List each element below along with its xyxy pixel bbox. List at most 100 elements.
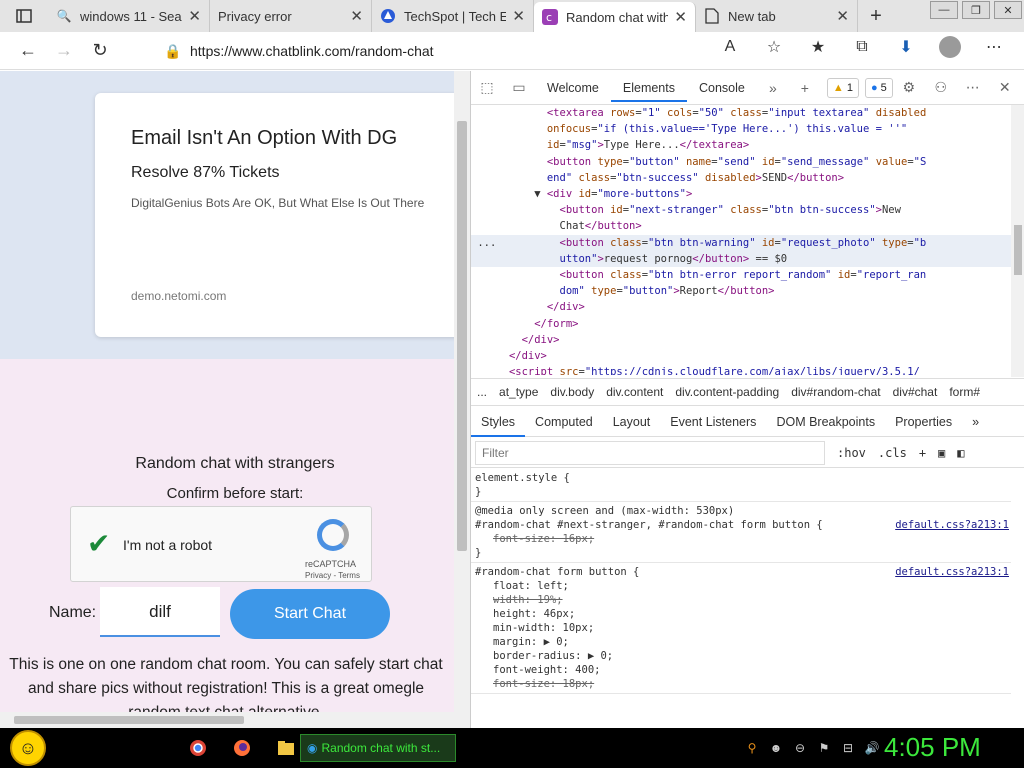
css-rule[interactable]: @media only screen and (max-width: 530px…: [471, 502, 1011, 563]
close-tab-icon[interactable]: ✕: [836, 7, 849, 25]
page-horizontal-scrollbar[interactable]: [0, 712, 454, 728]
emoji-icon[interactable]: ☻: [764, 736, 788, 760]
breadcrumb-item[interactable]: ...: [471, 385, 493, 399]
breadcrumb-item[interactable]: div.content-padding: [669, 385, 785, 399]
tab-windows-search[interactable]: 🔍 windows 11 - Sea ✕: [48, 0, 210, 32]
dom-line[interactable]: <button type="button" name="send" id="se…: [471, 154, 1011, 170]
settings-gear-icon[interactable]: ⚙: [893, 79, 925, 96]
css-rule[interactable]: #random-chat form button {default.css?a2…: [471, 563, 1011, 694]
more-tabs-icon[interactable]: »: [757, 80, 789, 96]
more-options-icon[interactable]: ⋯: [957, 79, 989, 96]
breadcrumb-item[interactable]: at_type: [493, 385, 544, 399]
dom-line[interactable]: </div>: [471, 332, 1011, 348]
scroll-thumb[interactable]: [14, 716, 244, 724]
feedback-icon[interactable]: ⚇: [925, 79, 957, 96]
checkmark-icon[interactable]: ✔: [87, 527, 110, 560]
tab-event-listeners[interactable]: Event Listeners: [660, 415, 766, 429]
firefox-icon[interactable]: [227, 736, 257, 760]
page-vertical-scrollbar[interactable]: [454, 71, 470, 728]
minimize-icon[interactable]: —: [930, 1, 958, 19]
power-icon[interactable]: ⊖: [788, 736, 812, 760]
breadcrumb-item[interactable]: div.body: [544, 385, 600, 399]
read-aloud-icon[interactable]: A: [708, 38, 752, 56]
css-rule[interactable]: element.style {}: [471, 469, 1011, 502]
volume-icon[interactable]: 🔊: [860, 736, 884, 760]
network-icon[interactable]: ⊟: [836, 736, 860, 760]
dom-line[interactable]: <script src="https://cdnjs.cloudflare.co…: [471, 364, 1011, 375]
close-tab-icon[interactable]: ✕: [350, 7, 363, 25]
tab-privacy-error[interactable]: Privacy error ✕: [210, 0, 372, 32]
sidebar-toggle-icon[interactable]: ◧: [957, 446, 964, 460]
messages-badge[interactable]: ● 5: [864, 77, 893, 98]
breadcrumb-item[interactable]: div.content: [600, 385, 669, 399]
hover-state-toggle[interactable]: :hov: [837, 446, 866, 460]
dom-line[interactable]: id="msg">Type Here...</textarea>: [471, 137, 1011, 153]
collections-icon[interactable]: ⧉: [840, 38, 884, 56]
dom-line[interactable]: </form>: [471, 316, 1011, 332]
tab-random-chat[interactable]: c Random chat with ✕: [534, 2, 696, 32]
dom-line[interactable]: <button id="next-stranger" class="btn bt…: [471, 202, 1011, 218]
dom-tree[interactable]: <textarea rows="1" cols="50" class="inpu…: [471, 105, 1011, 375]
dom-line-selected[interactable]: utton">request pornog</button> == $0: [471, 250, 1011, 268]
scroll-thumb[interactable]: [1014, 225, 1022, 275]
dom-line[interactable]: <button class="btn btn-error report_rand…: [471, 267, 1011, 283]
stylesheet-link[interactable]: default.css?a213:1: [895, 518, 1009, 532]
close-tab-icon[interactable]: ✕: [674, 8, 687, 26]
breadcrumb-item[interactable]: form#: [943, 385, 986, 399]
dom-line[interactable]: end" class="btn-success" disabled>SEND</…: [471, 170, 1011, 186]
back-button[interactable]: ←: [10, 33, 46, 69]
tab-dom-breakpoints[interactable]: DOM Breakpoints: [766, 415, 885, 429]
profile-avatar[interactable]: [939, 36, 961, 58]
refresh-button[interactable]: ↻: [82, 33, 118, 69]
search-icon[interactable]: ⚲: [740, 736, 764, 760]
dom-line[interactable]: </div>: [471, 348, 1011, 364]
breadcrumb-item[interactable]: div#chat: [887, 385, 944, 399]
favorite-add-icon[interactable]: ☆: [752, 37, 796, 57]
inspect-icon[interactable]: ⬚: [471, 79, 503, 96]
tab-layout[interactable]: Layout: [603, 415, 661, 429]
start-button-smiley-icon[interactable]: ☺: [10, 730, 46, 766]
dom-line[interactable]: <textarea rows="1" cols="50" class="inpu…: [471, 105, 1011, 121]
dom-line[interactable]: onfocus="if (this.value=='Type Here...')…: [471, 121, 1011, 137]
dom-line[interactable]: Chat</button>: [471, 218, 1011, 234]
dom-tree-scrollbar[interactable]: [1011, 105, 1024, 377]
dom-line-selected[interactable]: ... <button class="btn btn-warning" id="…: [471, 234, 1011, 251]
dom-line[interactable]: dom" type="button">Report</button>: [471, 283, 1011, 299]
breadcrumb-item[interactable]: div#random-chat: [785, 385, 886, 399]
close-tab-icon[interactable]: ✕: [188, 7, 201, 25]
downloads-icon[interactable]: ⬇: [884, 37, 928, 57]
tab-techspot[interactable]: TechSpot | Tech E ✕: [372, 0, 534, 32]
dom-line[interactable]: </div>: [471, 299, 1011, 315]
flag-icon[interactable]: ⚑: [812, 736, 836, 760]
maximize-icon[interactable]: ❐: [962, 1, 990, 19]
styles-filter-input[interactable]: Filter: [475, 440, 825, 465]
tab-new-tab[interactable]: New tab ✕: [696, 0, 858, 32]
warnings-badge[interactable]: ▲ 1: [826, 77, 859, 98]
forward-button[interactable]: →: [46, 33, 82, 69]
new-rule-icon[interactable]: +: [919, 446, 926, 460]
tab-welcome[interactable]: Welcome: [535, 81, 611, 95]
chrome-icon[interactable]: [183, 736, 213, 760]
device-toggle-icon[interactable]: ▭: [503, 79, 535, 96]
recaptcha-widget[interactable]: ✔ I'm not a robot reCAPTCHA Privacy - Te…: [70, 506, 372, 582]
tab-styles[interactable]: Styles: [471, 407, 526, 437]
captcha-links[interactable]: Privacy - Terms: [305, 571, 360, 580]
scroll-thumb[interactable]: [457, 121, 467, 551]
ad-card[interactable]: Email Isn't An Option With DG Resolve 87…: [95, 93, 465, 337]
tab-actions-button[interactable]: [0, 0, 48, 32]
url-field[interactable]: 🔒 https://www.chatblink.com/random-chat: [146, 36, 566, 66]
close-window-icon[interactable]: ✕: [994, 1, 1022, 19]
name-input[interactable]: dilf: [100, 587, 220, 637]
more-tabs-icon[interactable]: »: [962, 415, 989, 429]
favorites-icon[interactable]: ★: [796, 37, 840, 57]
file-explorer-icon[interactable]: [271, 736, 301, 760]
tab-properties[interactable]: Properties: [885, 415, 962, 429]
tab-console[interactable]: Console: [687, 81, 757, 95]
taskbar-task-edge[interactable]: ◉ Random chat with st...: [300, 734, 456, 762]
stylesheet-link[interactable]: default.css?a213:1: [895, 565, 1009, 579]
more-menu-icon[interactable]: ⋯: [972, 37, 1016, 57]
paint-icon[interactable]: ▣: [938, 446, 945, 460]
class-toggle[interactable]: .cls: [878, 446, 907, 460]
new-tab-button[interactable]: +: [858, 5, 894, 28]
clock[interactable]: 4:05 PM: [884, 732, 981, 763]
